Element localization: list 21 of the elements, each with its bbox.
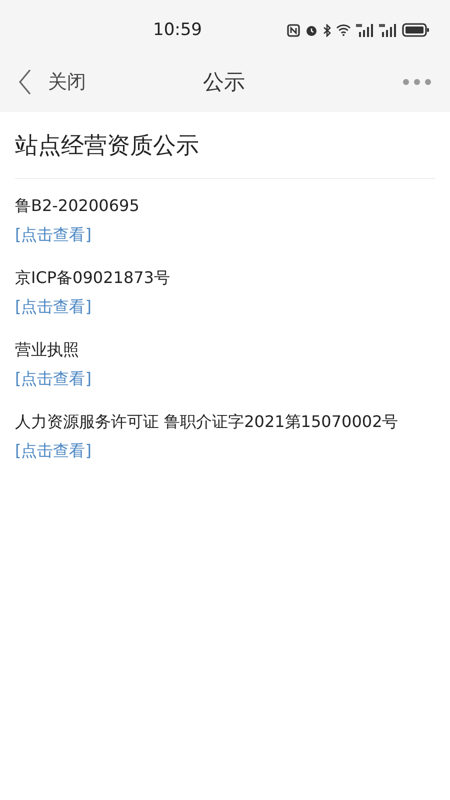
view-link[interactable]: [点击查看]	[15, 437, 92, 465]
bluetooth-icon	[323, 24, 331, 36]
page-title: 公示	[203, 69, 245, 96]
view-link[interactable]: [点击查看]	[15, 293, 92, 321]
license-text: 京ICP备09021873号	[15, 267, 171, 289]
license-text: 营业执照	[15, 339, 80, 361]
back-icon[interactable]	[18, 69, 32, 95]
nfc-icon	[287, 24, 300, 36]
status-time: 10:59	[153, 20, 202, 40]
more-icon[interactable]	[402, 78, 432, 86]
license-text: 人力资源服务许可证 鲁职介证字2021第15070002号	[15, 411, 400, 433]
view-link[interactable]: [点击查看]	[15, 221, 92, 249]
license-text: 鲁B2-20200695	[15, 195, 140, 217]
signal-icon	[356, 24, 374, 36]
section-heading: 站点经营资质公示	[15, 132, 200, 161]
view-link[interactable]: [点击查看]	[15, 365, 92, 393]
battery-icon	[402, 23, 430, 37]
alarm-icon	[305, 24, 318, 36]
wifi-icon	[336, 24, 351, 36]
signal-icon	[379, 24, 397, 36]
close-button[interactable]: 关闭	[48, 69, 86, 95]
